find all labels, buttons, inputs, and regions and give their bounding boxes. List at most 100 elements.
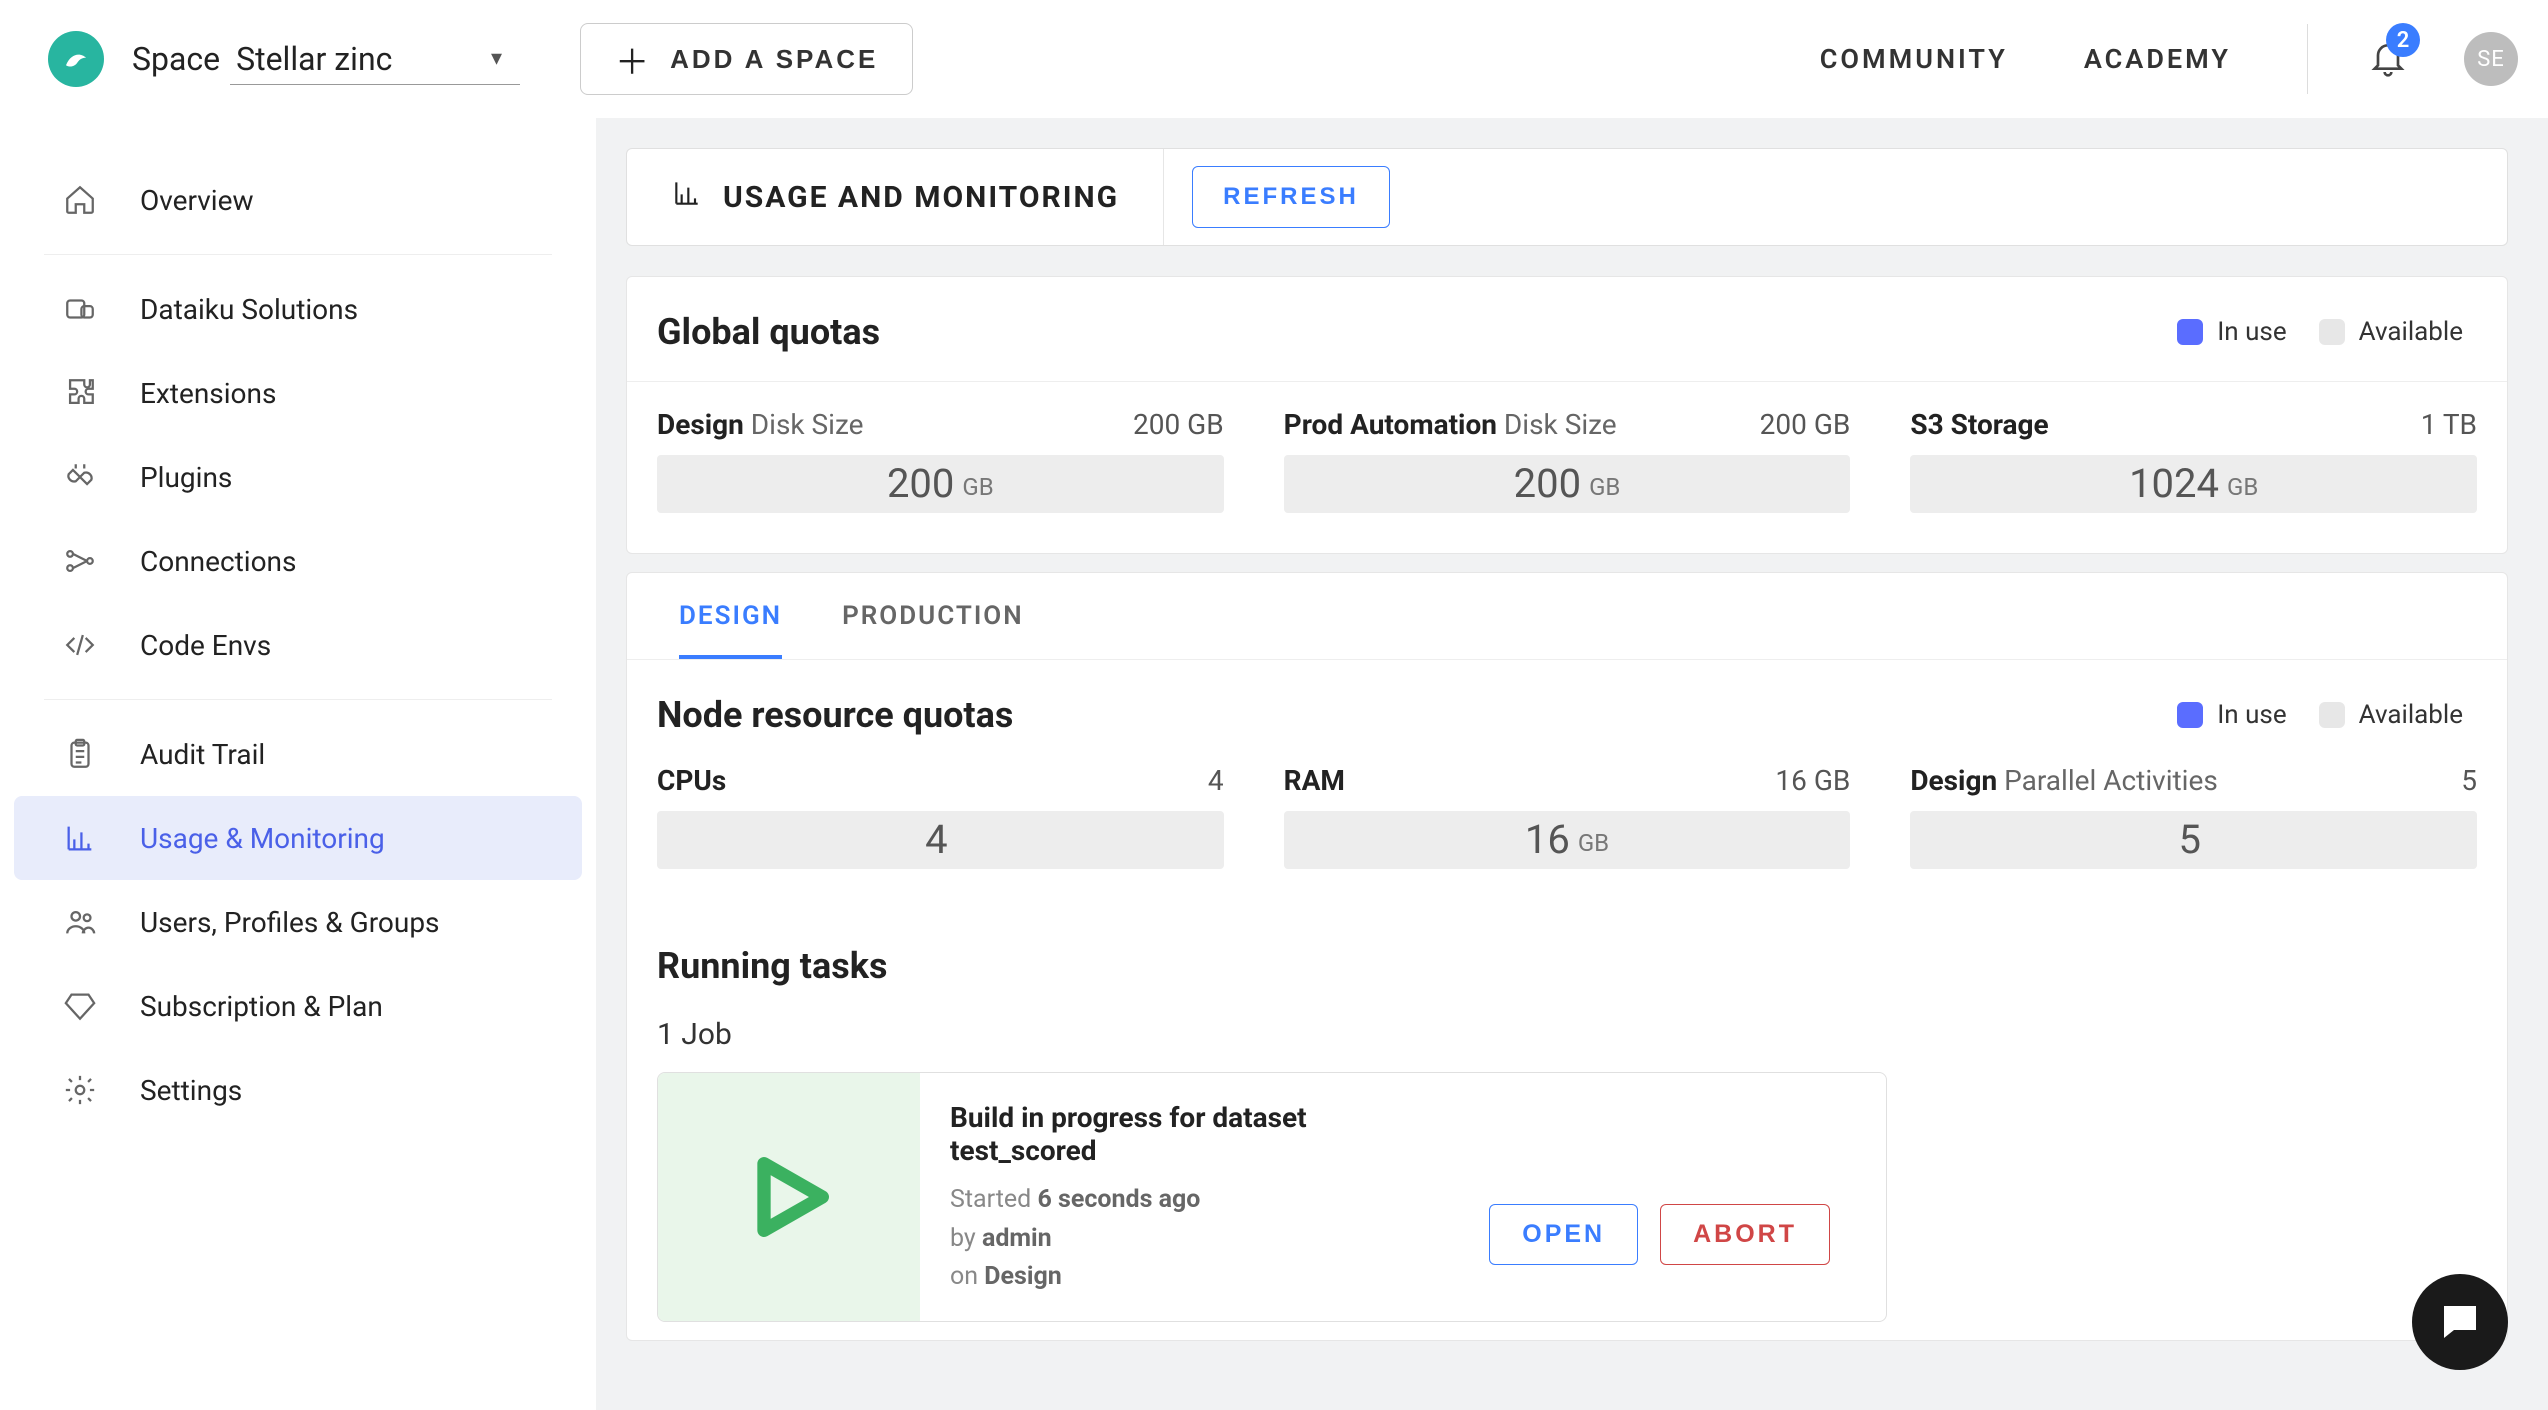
quota-item: RAM 16 GB 16GB [1284, 764, 1851, 869]
refresh-button[interactable]: REFRESH [1192, 166, 1390, 228]
sidebar-item-solutions[interactable]: Dataiku Solutions [0, 267, 596, 351]
sidebar-item-connections[interactable]: Connections [0, 519, 596, 603]
sidebar-item-label: Users, Profiles & Groups [140, 906, 440, 939]
jobs-count: 1 Job [627, 997, 2507, 1062]
sidebar-item-label: Extensions [140, 377, 276, 410]
quota-capacity: 5 [2461, 764, 2477, 797]
play-icon [658, 1073, 920, 1321]
quota-item: CPUs 4 4 [657, 764, 1224, 869]
global-quotas-card: Global quotas In use Available Design Di… [626, 276, 2508, 554]
quota-used-unit: GB [1578, 829, 1609, 857]
sidebar-item-code-envs[interactable]: Code Envs [0, 603, 596, 687]
nav-community[interactable]: COMMUNITY [1820, 43, 2008, 75]
sidebar-item-audit[interactable]: Audit Trail [0, 712, 596, 796]
quota-capacity: 4 [1208, 764, 1224, 797]
chat-fab[interactable] [2412, 1274, 2508, 1370]
home-icon [62, 182, 98, 218]
divider [2307, 24, 2308, 94]
quota-used-value: 1024 [2129, 455, 2219, 513]
quota-item: S3 Storage 1 TB 1024 GB [1910, 408, 2477, 513]
page-title: USAGE AND MONITORING [723, 180, 1119, 215]
quota-capacity: 200 GB [1133, 408, 1224, 441]
quota-label-strong: Design [1910, 764, 1997, 797]
quota-bar: 16GB [1284, 811, 1851, 869]
add-space-button[interactable]: ＋ ADD A SPACE [580, 23, 913, 95]
task-meta: Started 6 seconds ago by admin on Design [950, 1181, 1459, 1297]
task-started: 6 seconds ago [1037, 1185, 1200, 1214]
quota-label-strong: S3 Storage [1910, 408, 2048, 441]
plug-icon [62, 459, 98, 495]
gear-icon [62, 1072, 98, 1108]
quota-item: Design Parallel Activities 5 5 [1910, 764, 2477, 869]
tab-design[interactable]: DESIGN [679, 601, 782, 659]
abort-button[interactable]: ABORT [1660, 1204, 1830, 1265]
sidebar-item-label: Dataiku Solutions [140, 293, 358, 326]
legend: In use Available [2177, 700, 2463, 730]
task-title: Build in progress for dataset test_score… [950, 1101, 1459, 1167]
swatch-inuse [2177, 702, 2203, 728]
quota-used-value: 4 [925, 811, 947, 869]
legend: In use Available [2177, 317, 2463, 347]
chart-icon [62, 820, 98, 856]
users-icon [62, 904, 98, 940]
quota-item: Prod Automation Disk Size 200 GB 200GB [1284, 408, 1851, 513]
running-tasks-title: Running tasks [627, 909, 2507, 997]
sidebar-item-label: Audit Trail [140, 738, 265, 771]
page-header: USAGE AND MONITORING REFRESH [626, 148, 2508, 246]
sidebar-item-plugins[interactable]: Plugins [0, 435, 596, 519]
sidebar-item-settings[interactable]: Settings [0, 1048, 596, 1132]
nav-academy[interactable]: ACADEMY [2084, 43, 2231, 75]
quota-capacity: 16 GB [1775, 764, 1850, 797]
sidebar: Overview Dataiku Solutions Extensions Pl… [0, 118, 596, 1410]
space-selector[interactable]: Stellar zinc ▾ [230, 34, 520, 85]
sidebar-item-label: Plugins [140, 461, 232, 494]
main-panel: USAGE AND MONITORING REFRESH Global quot… [596, 118, 2548, 1410]
quota-label-strong: Design [657, 408, 744, 441]
tab-production[interactable]: PRODUCTION [842, 601, 1024, 659]
diamond-icon [62, 988, 98, 1024]
quota-used-value: 200 [887, 455, 954, 513]
sidebar-item-label: Settings [140, 1074, 242, 1107]
node-quotas-card: DESIGN PRODUCTION Node resource quotas I… [626, 572, 2508, 1341]
swatch-inuse [2177, 319, 2203, 345]
add-space-label: ADD A SPACE [670, 44, 878, 75]
sidebar-item-overview[interactable]: Overview [0, 158, 596, 242]
legend-available: Available [2359, 317, 2463, 347]
task-card: Build in progress for dataset test_score… [657, 1072, 1887, 1322]
quota-used-unit: GB [1589, 473, 1620, 501]
quota-used-unit: GB [962, 473, 993, 501]
node-quotas-title: Node resource quotas [657, 694, 1013, 736]
space-selector-value: Stellar zinc [236, 40, 392, 78]
quota-bar: 200GB [1284, 455, 1851, 513]
legend-inuse: In use [2217, 700, 2286, 730]
sidebar-item-extensions[interactable]: Extensions [0, 351, 596, 435]
open-button[interactable]: OPEN [1489, 1204, 1638, 1265]
quota-label-light: Disk Size [1504, 408, 1617, 441]
chart-icon [671, 177, 703, 217]
sidebar-item-label: Subscription & Plan [140, 990, 383, 1023]
quota-label-strong: Prod Automation [1284, 408, 1497, 441]
quota-bar: 5 [1910, 811, 2477, 869]
quota-capacity: 1 TB [2421, 408, 2477, 441]
legend-inuse: In use [2217, 317, 2286, 347]
sidebar-item-label: Usage & Monitoring [140, 822, 385, 855]
quota-used-unit: GB [2227, 473, 2258, 501]
solutions-icon [62, 291, 98, 327]
quota-bar: 200 GB [657, 455, 1224, 513]
quota-used-value: 5 [2178, 811, 2200, 869]
swatch-available [2319, 702, 2345, 728]
sidebar-item-label: Code Envs [140, 629, 271, 662]
sidebar-item-subscription[interactable]: Subscription & Plan [0, 964, 596, 1048]
avatar[interactable]: SE [2464, 32, 2518, 86]
clipboard-icon [62, 736, 98, 772]
chevron-down-icon: ▾ [491, 46, 502, 71]
quota-item: Design Disk Size 200 GB 200GB [657, 408, 1224, 513]
quota-capacity: 200 GB [1760, 408, 1851, 441]
notifications-button[interactable]: 2 [2368, 37, 2408, 81]
task-on: Design [984, 1262, 1062, 1291]
sidebar-item-usage[interactable]: Usage & Monitoring [14, 796, 582, 880]
brand-logo[interactable] [48, 31, 104, 87]
global-quotas-title: Global quotas [657, 311, 880, 353]
task-by: admin [982, 1224, 1052, 1253]
sidebar-item-users[interactable]: Users, Profiles & Groups [0, 880, 596, 964]
